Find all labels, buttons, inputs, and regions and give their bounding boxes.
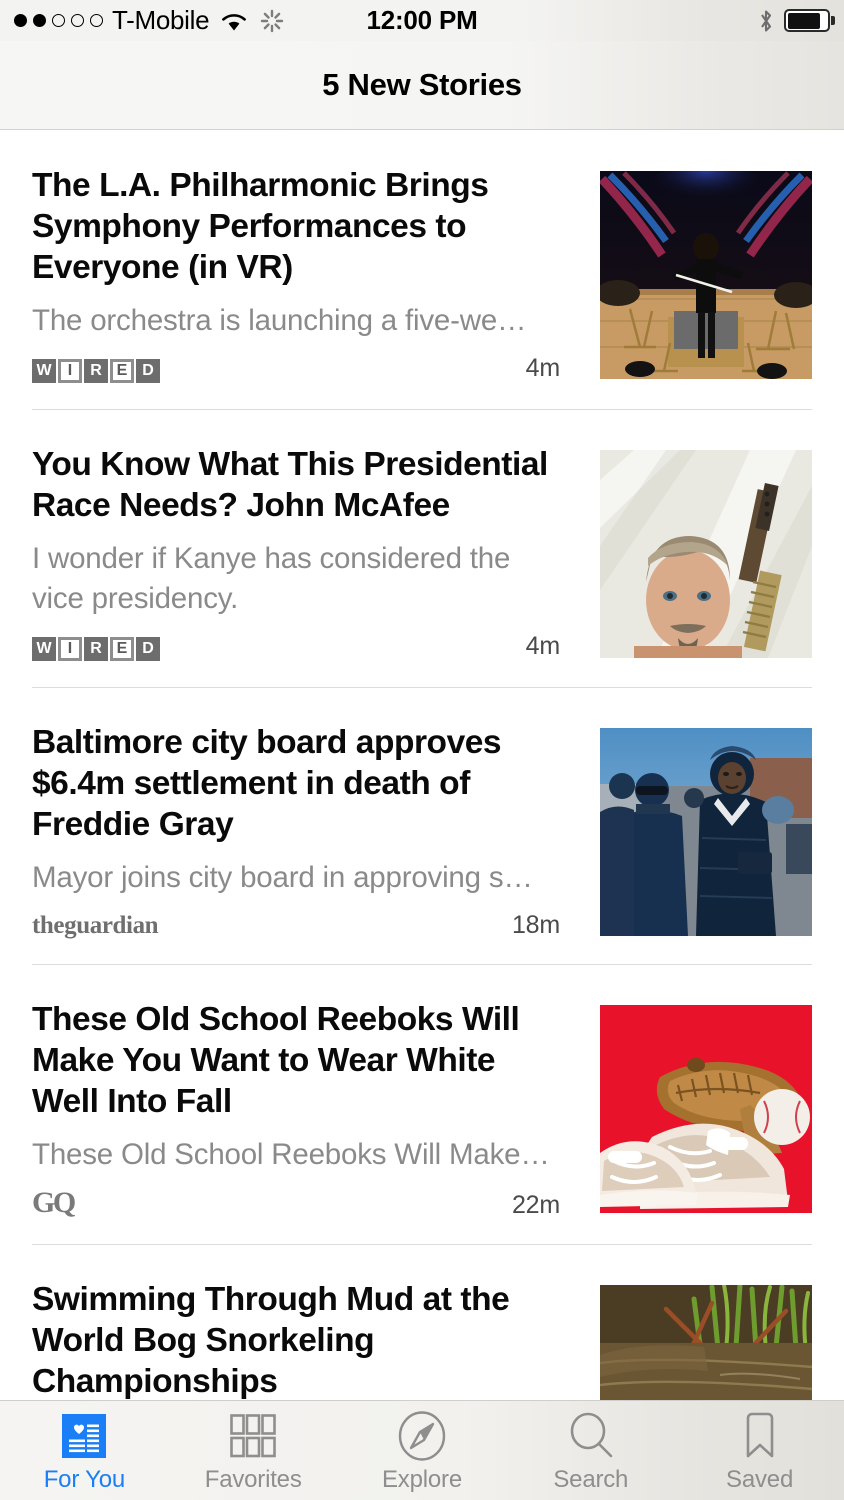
- tab-label: For You: [43, 1465, 126, 1493]
- page-title: 5 New Stories: [322, 67, 522, 102]
- search-icon: [566, 1412, 616, 1460]
- story-timestamp: 22m: [511, 1191, 560, 1219]
- tab-explore[interactable]: Explore: [338, 1401, 507, 1500]
- status-bar: T-Mobile 12:00 PM: [0, 0, 844, 41]
- story-timestamp: 4m: [525, 632, 561, 660]
- story-excerpt: The orchestra is launching a five-we…: [32, 304, 527, 337]
- status-bar-right: [758, 0, 835, 41]
- guardian-logo: theguardian: [32, 912, 159, 939]
- story-feed[interactable]: The L.A. Philharmonic Brings Symphony Pe…: [0, 131, 844, 1400]
- wired-logo: WIRED: [32, 637, 160, 661]
- story-card[interactable]: These Old School Reeboks Will Make You W…: [0, 965, 844, 1244]
- bluetooth-icon: [758, 8, 774, 34]
- for-you-icon: [61, 1412, 107, 1460]
- story-timestamp: 18m: [511, 911, 560, 939]
- story-card[interactable]: Swimming Through Mud at the World Bog Sn…: [0, 1245, 844, 1400]
- story-excerpt: These Old School Reeboks Will Make…: [32, 1138, 550, 1171]
- tab-search[interactable]: Search: [506, 1401, 675, 1500]
- wired-logo: WIRED: [32, 359, 160, 383]
- story-thumbnail[interactable]: [600, 1285, 812, 1400]
- bookmark-icon: [738, 1412, 782, 1460]
- news-app-screen: T-Mobile 12:00 PM 5 New Stories The L.A.…: [0, 0, 844, 1500]
- story-thumbnail[interactable]: [600, 171, 812, 379]
- story-excerpt: Mayor joins city board in approving s…: [32, 861, 533, 894]
- story-headline: Swimming Through Mud at the World Bog Sn…: [32, 1281, 510, 1400]
- story-headline: Baltimore city board approves $6.4m sett…: [32, 724, 502, 843]
- tab-saved[interactable]: Saved: [675, 1401, 844, 1500]
- story-timestamp: 4m: [525, 354, 561, 382]
- story-headline: These Old School Reeboks Will Make You W…: [32, 1001, 520, 1120]
- story-thumbnail[interactable]: [600, 1005, 812, 1213]
- story-thumbnail[interactable]: [600, 728, 812, 936]
- tab-bar[interactable]: For You Favorites Explore Search Saved: [0, 1400, 844, 1500]
- story-card[interactable]: Baltimore city board approves $6.4m sett…: [0, 688, 844, 964]
- tab-for-you[interactable]: For You: [0, 1401, 169, 1500]
- story-headline: The L.A. Philharmonic Brings Symphony Pe…: [32, 167, 489, 286]
- tab-label: Search: [553, 1465, 629, 1493]
- story-thumbnail[interactable]: [600, 450, 812, 658]
- tab-label: Favorites: [204, 1465, 302, 1493]
- tab-label: Saved: [726, 1465, 794, 1493]
- battery-icon: [784, 9, 835, 32]
- tab-favorites[interactable]: Favorites: [169, 1401, 338, 1500]
- status-bar-clock: 12:00 PM: [366, 5, 478, 35]
- story-headline: You Know What This Presidential Race Nee…: [32, 446, 548, 524]
- favorites-grid-icon: [229, 1412, 277, 1460]
- navigation-bar: 5 New Stories: [0, 41, 844, 130]
- story-card[interactable]: The L.A. Philharmonic Brings Symphony Pe…: [0, 131, 844, 409]
- story-excerpt: I wonder if Kanye has considered the vic…: [32, 542, 511, 615]
- compass-icon: [397, 1410, 447, 1461]
- story-card[interactable]: You Know What This Presidential Race Nee…: [0, 410, 844, 687]
- gq-logo: GQ: [32, 1186, 76, 1219]
- tab-label: Explore: [382, 1465, 462, 1493]
